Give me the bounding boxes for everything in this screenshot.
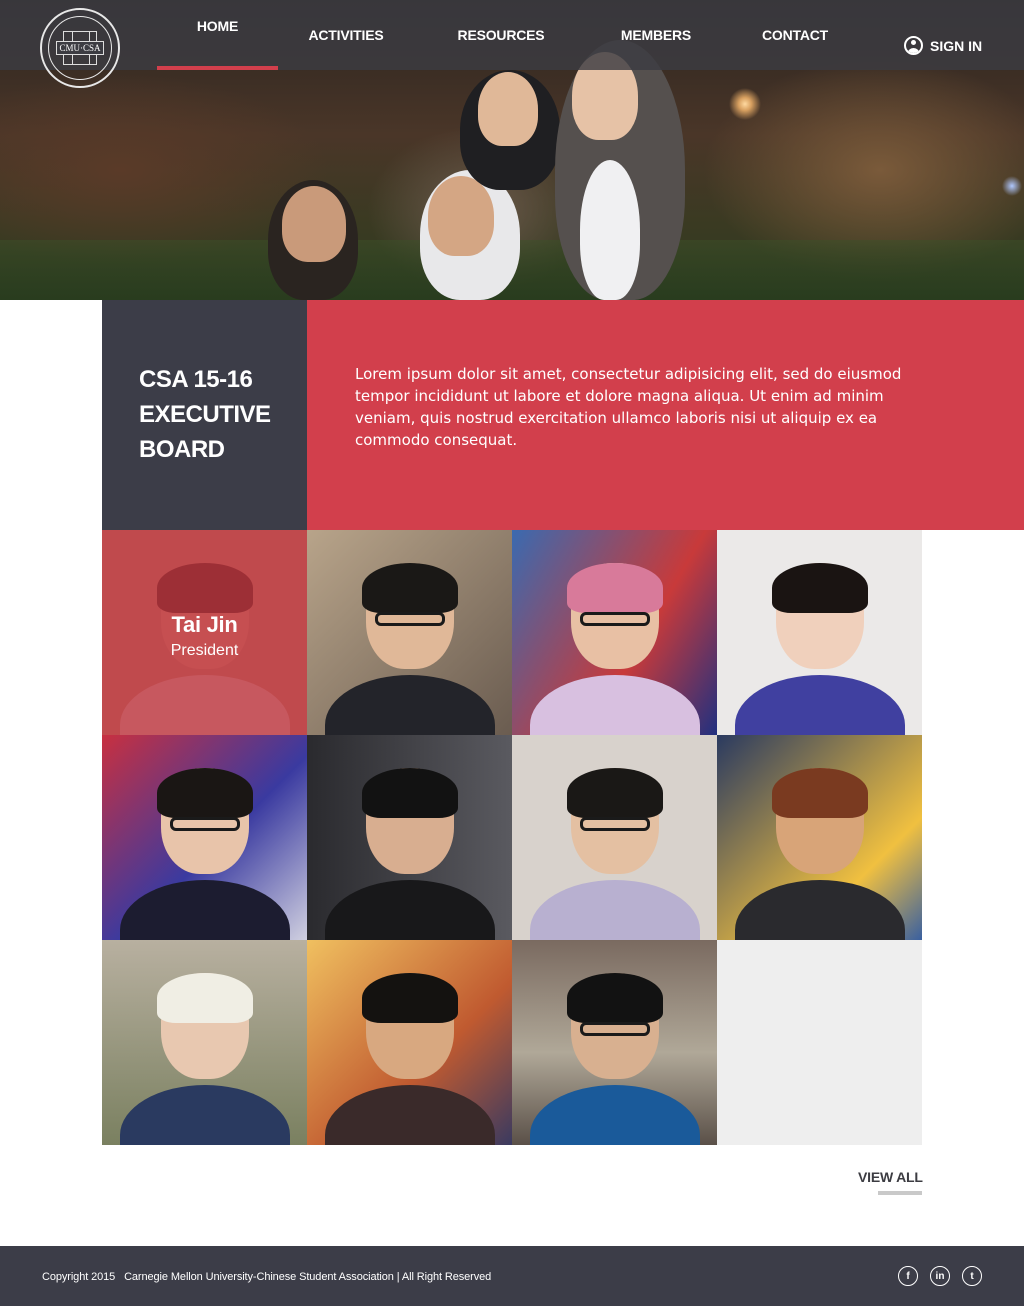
page: CMU·CSA HOME ACTIVITIES RESOURCES MEMBER… <box>0 0 1024 1306</box>
member-photo[interactable] <box>717 530 922 735</box>
board-title-line: EXECUTIVE <box>139 401 271 428</box>
view-all-link[interactable]: VIEW ALL <box>858 1169 923 1185</box>
copyright-text: Copyright 2015 Carnegie Mellon Universit… <box>42 1271 492 1283</box>
nav-resources[interactable]: RESOURCES <box>448 0 554 70</box>
member-photo[interactable] <box>102 735 307 940</box>
nav-members[interactable]: MEMBERS <box>610 0 702 70</box>
member-name: Tai Jin <box>171 611 238 637</box>
nav-home[interactable]: HOME <box>157 0 278 70</box>
member-role: President <box>170 641 239 659</box>
logo-text: CMU·CSA <box>56 41 104 55</box>
member-photo[interactable] <box>512 530 717 735</box>
empty-tile <box>717 940 922 1145</box>
member-overlay: Tai Jin President <box>102 530 307 735</box>
member-photo[interactable] <box>102 940 307 1145</box>
member-photo[interactable] <box>307 530 512 735</box>
board-title-line: CSA 15-16 <box>139 366 253 393</box>
sign-in-label: SIGN IN <box>930 37 983 54</box>
board-title-line: BOARD <box>139 436 225 463</box>
member-photo[interactable] <box>717 735 922 940</box>
user-icon <box>904 36 923 55</box>
board-description: Lorem ipsum dolor sit amet, consectetur … <box>307 300 1024 530</box>
facebook-icon[interactable]: f <box>898 1266 918 1286</box>
top-navigation-bar: CMU·CSA HOME ACTIVITIES RESOURCES MEMBER… <box>0 0 1024 88</box>
view-all-underline <box>878 1191 922 1195</box>
member-photo[interactable] <box>307 735 512 940</box>
board-title: CSA 15-16 EXECUTIVE BOARD <box>102 300 307 530</box>
member-photo[interactable] <box>512 735 717 940</box>
board-description-text: Lorem ipsum dolor sit amet, consectetur … <box>355 365 902 449</box>
nav-activities[interactable]: ACTIVITIES <box>298 0 394 70</box>
member-photo-tai-jin[interactable]: Tai Jin President <box>102 530 307 735</box>
linkedin-icon[interactable]: in <box>930 1266 950 1286</box>
nav-contact[interactable]: CONTACT <box>752 0 838 70</box>
member-photo[interactable] <box>512 940 717 1145</box>
twitter-icon[interactable]: t <box>962 1266 982 1286</box>
member-photo[interactable] <box>307 940 512 1145</box>
cmu-csa-logo[interactable]: CMU·CSA <box>40 8 120 88</box>
sign-in-link[interactable]: SIGN IN <box>904 36 982 55</box>
